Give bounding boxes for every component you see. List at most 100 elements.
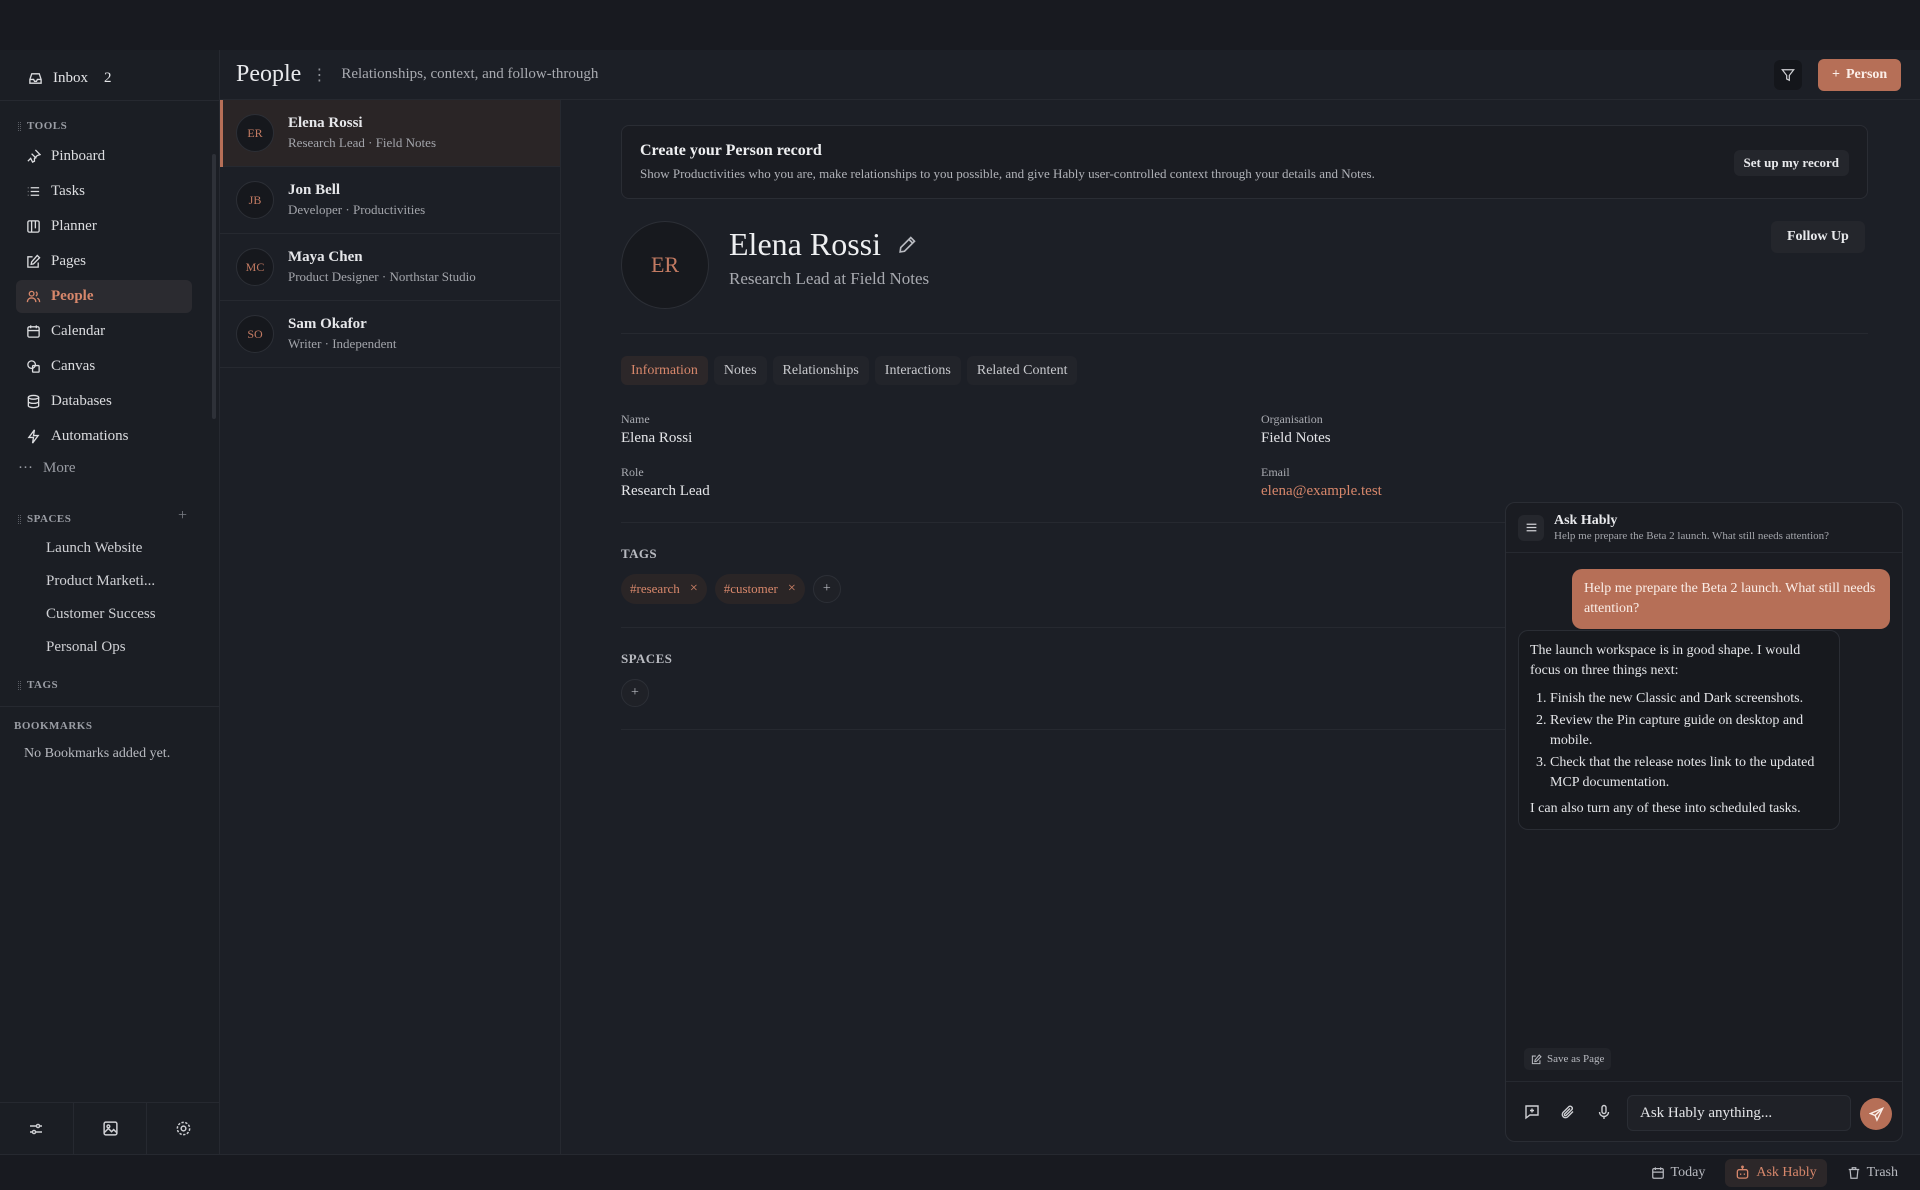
- space-item[interactable]: Product Marketi...: [46, 565, 156, 598]
- tags-heading: TAGS: [18, 679, 58, 691]
- menu-icon[interactable]: [1518, 514, 1544, 541]
- tag-chip[interactable]: #customer ×: [714, 574, 805, 604]
- divider: [0, 706, 220, 707]
- sidebar-item-canvas[interactable]: Canvas: [16, 350, 192, 383]
- gear-icon: [176, 1121, 191, 1136]
- person-row[interactable]: MC Maya Chen Product Designer · Northstar…: [220, 234, 560, 301]
- person-role-line: Research Lead at Field Notes: [729, 269, 930, 288]
- tags-heading-label: TAGS: [27, 679, 59, 691]
- ask-hably-button[interactable]: Ask Hably: [1725, 1158, 1827, 1187]
- save-as-page-button[interactable]: Save as Page: [1524, 1048, 1612, 1070]
- sidebar-item-pinboard[interactable]: Pinboard: [16, 140, 192, 173]
- tab-relationships[interactable]: Relationships: [772, 356, 869, 385]
- preferences-button[interactable]: [0, 1103, 74, 1154]
- person-row[interactable]: JB Jon Bell Developer · Productivities: [220, 167, 560, 234]
- pencil-icon[interactable]: [897, 235, 917, 255]
- sidebar-item-pages[interactable]: Pages: [16, 245, 192, 278]
- tag-chip[interactable]: #research ×: [621, 574, 707, 604]
- kebab-menu-icon[interactable]: ⋮: [311, 65, 327, 85]
- drag-handle-icon[interactable]: [18, 680, 21, 690]
- inbox-icon: [29, 72, 42, 84]
- sidebar-item-label: Databases: [51, 393, 112, 409]
- calendar-icon: [27, 325, 40, 338]
- chat-input[interactable]: [1627, 1095, 1851, 1131]
- close-icon[interactable]: ×: [690, 581, 698, 597]
- tag-list: #research × #customer × +: [621, 574, 841, 604]
- space-item[interactable]: Personal Ops: [46, 631, 156, 664]
- add-person-button[interactable]: + Person: [1818, 59, 1902, 91]
- email-label: Email: [1261, 465, 1290, 479]
- save-as-page-label: Save as Page: [1547, 1053, 1605, 1065]
- image-icon: [102, 1121, 118, 1136]
- tools-heading-label: TOOLS: [27, 120, 68, 132]
- sidebar-item-planner[interactable]: Planner: [16, 210, 192, 243]
- tags-section-title: TAGS: [621, 546, 658, 561]
- trash-label: Trash: [1866, 1164, 1898, 1180]
- add-person-label: Person: [1845, 67, 1888, 82]
- person-row[interactable]: ER Elena Rossi Research Lead · Field Note…: [220, 100, 560, 167]
- sidebar-item-automations[interactable]: Automations: [16, 420, 192, 453]
- bookmarks-heading-label: BOOKMARKS: [14, 720, 93, 732]
- person-name: Elena Rossi: [288, 115, 363, 131]
- person-name: Sam Okafor: [288, 316, 367, 332]
- send-button[interactable]: [1860, 1098, 1892, 1130]
- sidebar-item-people[interactable]: People: [16, 280, 192, 313]
- space-item[interactable]: Customer Success: [46, 598, 156, 631]
- more-dots-icon: ···: [18, 460, 33, 476]
- add-tag-button[interactable]: +: [812, 575, 841, 603]
- person-name: Jon Bell: [288, 182, 341, 198]
- person-row[interactable]: SO Sam Okafor Writer · Independent: [220, 301, 560, 368]
- setup-record-button[interactable]: Set up my record: [1733, 150, 1849, 176]
- add-space-to-person-button[interactable]: +: [621, 679, 649, 707]
- filter-button[interactable]: [1774, 60, 1802, 90]
- space-item[interactable]: Launch Website: [46, 532, 156, 565]
- person-avatar: ER: [621, 221, 709, 309]
- sidebar-item-databases[interactable]: Databases: [16, 385, 192, 418]
- close-icon[interactable]: ×: [788, 581, 796, 597]
- paperclip-icon[interactable]: [1560, 1104, 1576, 1120]
- kanban-icon: [27, 220, 40, 233]
- banner-text: Show Productivities who you are, make re…: [640, 166, 1375, 181]
- person-subtitle: Writer · Independent: [288, 336, 397, 351]
- follow-up-button[interactable]: Follow Up: [1771, 221, 1865, 253]
- sidebar-item-calendar[interactable]: Calendar: [16, 315, 192, 348]
- sidebar: Inbox 2 TOOLS Pinboard Tasks Planner Pag…: [0, 50, 220, 1154]
- role-value[interactable]: Research Lead: [621, 483, 710, 500]
- divider: [0, 100, 220, 101]
- chat-header: Ask Hably Help me prepare the Beta 2 lau…: [1506, 503, 1902, 553]
- sidebar-more[interactable]: ··· More: [18, 460, 76, 477]
- media-button[interactable]: [74, 1103, 148, 1154]
- today-button[interactable]: Today: [1641, 1159, 1716, 1187]
- microphone-icon[interactable]: [1596, 1104, 1612, 1120]
- chat-subtitle: Help me prepare the Beta 2 launch. What …: [1554, 530, 1830, 542]
- sidebar-item-label: Calendar: [51, 323, 106, 339]
- chat-title: Ask Hably: [1554, 513, 1618, 528]
- tab-related-content[interactable]: Related Content: [966, 356, 1078, 385]
- tab-notes[interactable]: Notes: [713, 356, 767, 385]
- add-space-button[interactable]: +: [178, 507, 187, 525]
- edit-page-icon: [27, 254, 41, 268]
- calendar-icon: [1651, 1166, 1664, 1179]
- new-chat-icon[interactable]: [1524, 1104, 1540, 1120]
- tab-information[interactable]: Information: [621, 356, 708, 385]
- email-link[interactable]: elena@example.test: [1261, 483, 1382, 500]
- bookmarks-heading: BOOKMARKS: [14, 720, 92, 732]
- sidebar-item-label: Planner: [51, 218, 97, 234]
- settings-button[interactable]: [147, 1103, 220, 1154]
- sidebar-scrollbar[interactable]: [212, 154, 216, 419]
- inbox-item[interactable]: Inbox 2: [16, 62, 112, 94]
- organisation-value[interactable]: Field Notes: [1261, 430, 1331, 447]
- sidebar-item-tasks[interactable]: Tasks: [16, 175, 192, 208]
- tools-nav: Pinboard Tasks Planner Pages People Cale…: [16, 140, 192, 455]
- tab-interactions[interactable]: Interactions: [874, 356, 961, 385]
- assistant-list: Finish the new Classic and Dark screensh…: [1550, 689, 1828, 793]
- drag-handle-icon[interactable]: [18, 514, 21, 524]
- drag-handle-icon[interactable]: [18, 121, 21, 131]
- inbox-count: 2: [104, 69, 112, 86]
- database-icon: [27, 394, 40, 409]
- trash-button[interactable]: Trash: [1837, 1159, 1908, 1187]
- banner-title: Create your Person record: [640, 142, 822, 159]
- name-value[interactable]: Elena Rossi: [621, 430, 692, 447]
- name-label: Name: [621, 412, 650, 426]
- window-top-bar: [0, 0, 1920, 50]
